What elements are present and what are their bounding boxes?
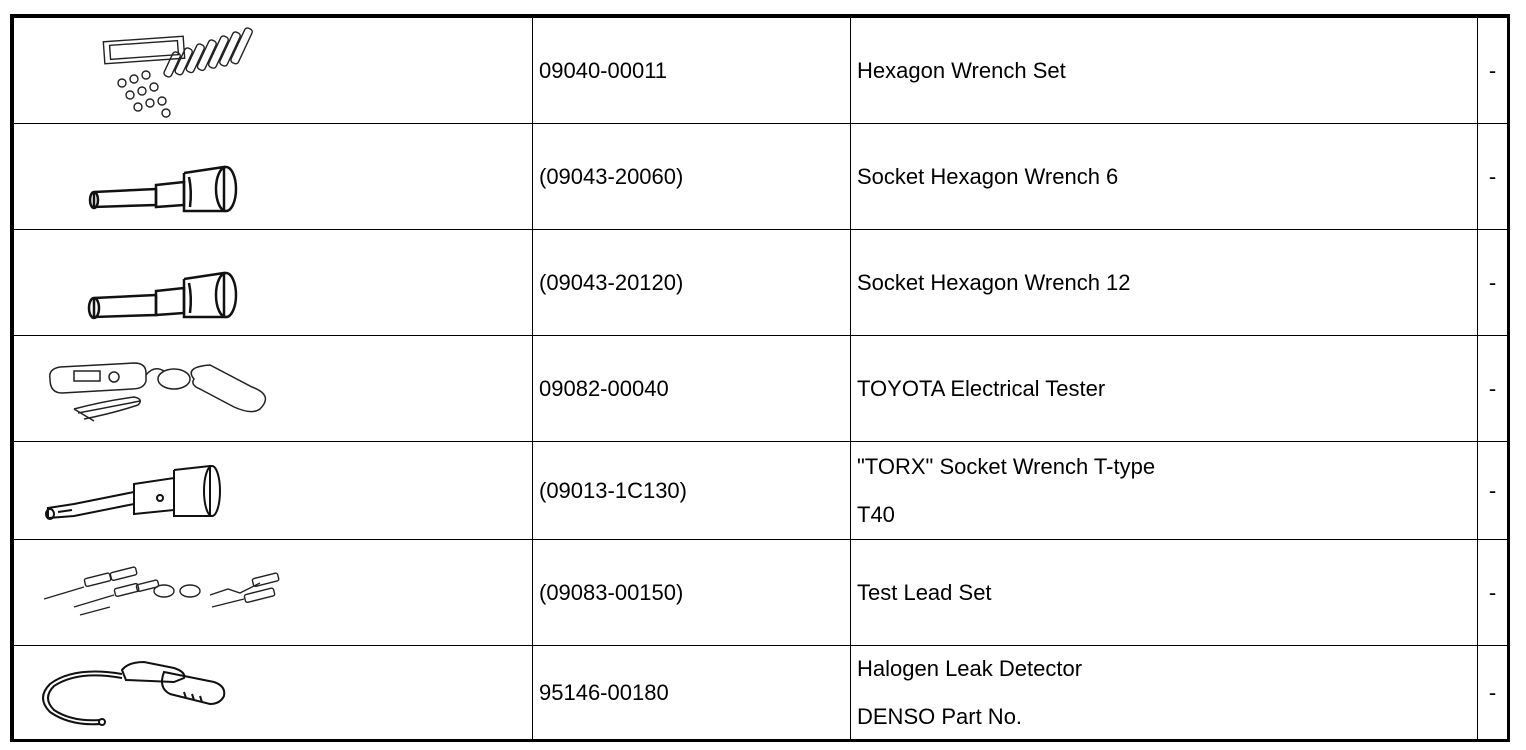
table-row: (09043-20120) Socket Hexagon Wrench 12 -	[13, 229, 1508, 336]
part-number-cell: (09043-20060)	[532, 123, 851, 230]
table-row: (09083-00150) Test Lead Set -	[13, 539, 1508, 646]
tool-image-cell	[13, 123, 533, 230]
tool-name-line2: T40	[857, 501, 895, 527]
tool-name-line1: Halogen Leak Detector	[857, 655, 1083, 681]
note-cell: -	[1477, 335, 1508, 442]
tool-image-cell	[13, 17, 533, 124]
part-number-cell: (09043-20120)	[532, 229, 851, 336]
tool-image-cell	[13, 441, 533, 540]
tool-name-cell: "TORX" Socket Wrench T-type T40	[850, 441, 1478, 540]
halogen-leak-detector-icon	[14, 648, 532, 738]
note-cell: -	[1477, 441, 1508, 540]
tool-name-cell: Socket Hexagon Wrench 12	[850, 229, 1478, 336]
part-number-cell: 09082-00040	[532, 335, 851, 442]
tool-name-line2: DENSO Part No.	[857, 703, 1023, 729]
part-number-cell: (09083-00150)	[532, 539, 851, 646]
table-row: (09013-1C130) "TORX" Socket Wrench T-typ…	[13, 441, 1508, 540]
tool-name-cell: Test Lead Set	[850, 539, 1478, 646]
tool-image-cell	[13, 335, 533, 442]
table-row: 95146-00180 Halogen Leak Detector DENSO …	[13, 645, 1508, 740]
test-lead-set-icon	[14, 543, 532, 643]
tool-image-cell	[13, 539, 533, 646]
note-cell: -	[1477, 229, 1508, 336]
tool-name-cell: Hexagon Wrench Set	[850, 17, 1478, 124]
tool-name-cell: Halogen Leak Detector DENSO Part No.	[850, 645, 1478, 740]
table-row: 09082-00040 TOYOTA Electrical Tester -	[13, 335, 1508, 442]
table-row: (09043-20060) Socket Hexagon Wrench 6 -	[13, 123, 1508, 230]
socket-hexagon-wrench-icon	[14, 233, 532, 333]
tool-name-line1: "TORX" Socket Wrench T-type	[857, 453, 1156, 479]
tool-image-cell	[13, 229, 533, 336]
table-row: 09040-00011 Hexagon Wrench Set -	[13, 17, 1508, 124]
part-number-cell: 95146-00180	[532, 645, 851, 740]
note-cell: -	[1477, 539, 1508, 646]
tool-image-cell	[13, 645, 533, 740]
tool-name-cell: Socket Hexagon Wrench 6	[850, 123, 1478, 230]
part-number-cell: (09013-1C130)	[532, 441, 851, 540]
note-cell: -	[1477, 645, 1508, 740]
hexagon-wrench-set-icon	[14, 21, 532, 121]
tools-table: 09040-00011 Hexagon Wrench Set - (09043-…	[13, 17, 1508, 740]
part-number-cell: 09040-00011	[532, 17, 851, 124]
note-cell: -	[1477, 123, 1508, 230]
note-cell: -	[1477, 17, 1508, 124]
socket-hexagon-wrench-icon	[14, 127, 532, 227]
tool-name-cell: TOYOTA Electrical Tester	[850, 335, 1478, 442]
electrical-tester-icon	[14, 339, 532, 439]
tools-table-frame: 09040-00011 Hexagon Wrench Set - (09043-…	[10, 14, 1510, 742]
torx-socket-wrench-icon	[14, 444, 532, 538]
